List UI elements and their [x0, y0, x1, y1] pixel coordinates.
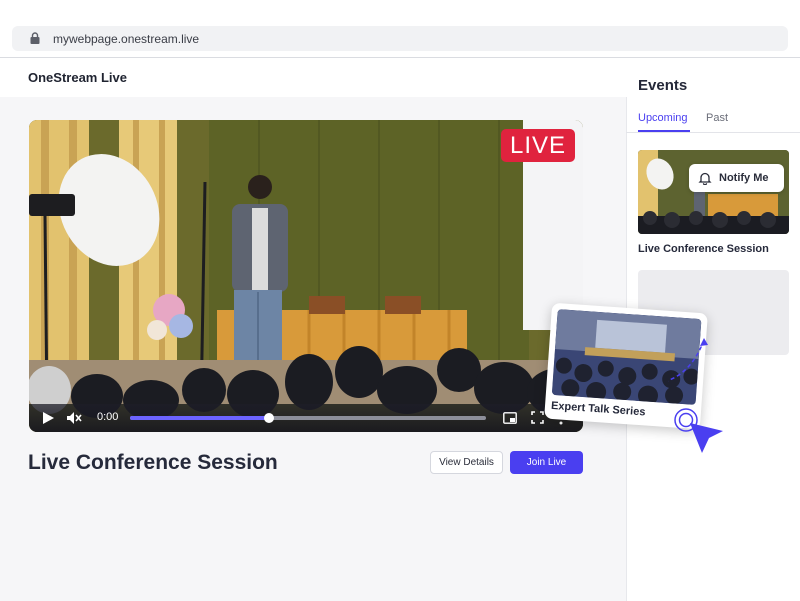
seek-bar-progress [130, 416, 269, 420]
seek-bar-handle[interactable] [263, 413, 274, 423]
notify-me-label: Notify Me [719, 172, 769, 184]
view-details-button[interactable]: View Details [430, 451, 503, 474]
expert-talk-caption: Expert Talk Series [550, 399, 646, 419]
bell-icon [698, 172, 712, 185]
tab-past[interactable]: Past [706, 112, 728, 124]
event-title[interactable]: Live Conference Session [638, 243, 769, 255]
play-icon[interactable] [41, 411, 55, 425]
live-badge: LIVE [501, 129, 575, 162]
events-heading: Events [638, 77, 688, 94]
address-bar[interactable]: mywebpage.onestream.live [12, 26, 788, 51]
cursor-arrow-icon [666, 338, 723, 453]
notify-me-button[interactable]: Notify Me [689, 164, 784, 192]
header-divider [0, 57, 800, 58]
video-controls: 0:00 [29, 404, 583, 432]
tab-upcoming[interactable]: Upcoming [638, 112, 688, 124]
tabs-divider [626, 132, 800, 133]
video-frame [29, 120, 583, 432]
event-thumbnail[interactable] [638, 150, 789, 234]
picture-in-picture-icon[interactable] [503, 412, 517, 424]
mute-icon[interactable] [66, 411, 82, 425]
current-time: 0:00 [97, 411, 119, 423]
video-player[interactable]: LIVE 0:00 [29, 120, 583, 432]
seek-bar[interactable] [130, 413, 486, 423]
event-thumbnail-image [638, 150, 789, 234]
brand-logo-text[interactable]: OneStream Live [28, 70, 127, 85]
cursor-pointer [666, 335, 728, 466]
lock-icon [30, 32, 40, 44]
url-text: mywebpage.onestream.live [53, 32, 200, 46]
join-live-button[interactable]: Join Live [510, 451, 583, 474]
session-title: Live Conference Session [28, 451, 278, 474]
fullscreen-icon[interactable] [531, 411, 544, 424]
